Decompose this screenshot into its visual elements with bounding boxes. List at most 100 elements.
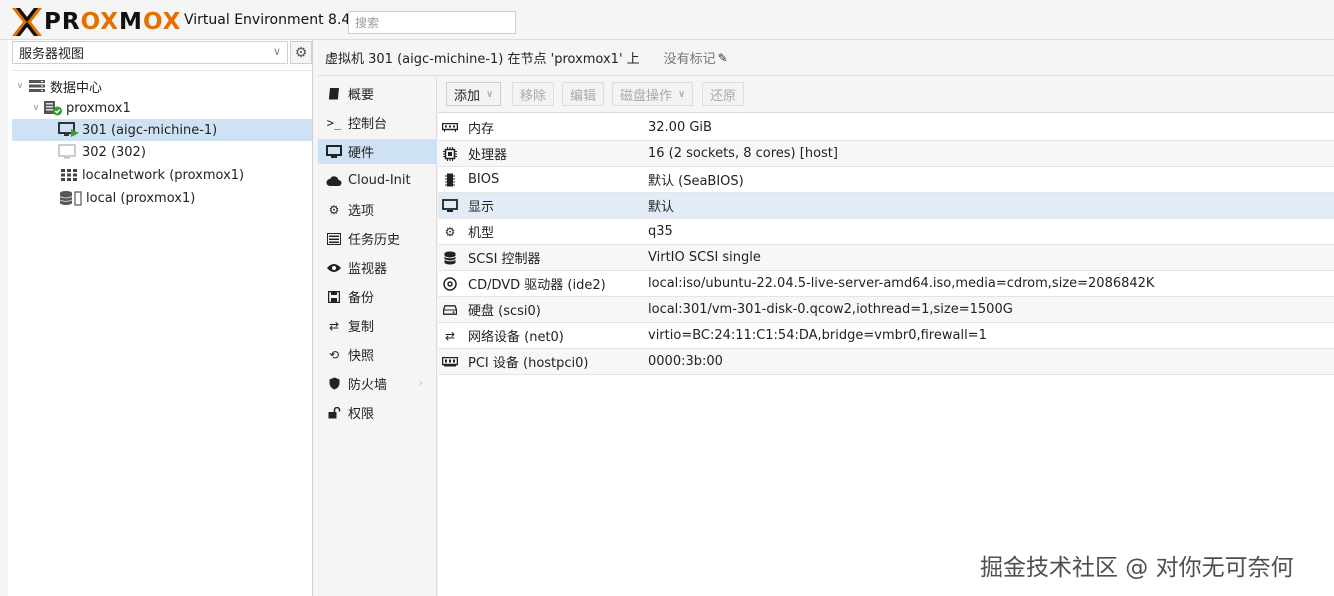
hardware-name: 处理器 — [468, 148, 508, 163]
hardware-name: BIOS — [468, 172, 500, 187]
tree-item-local-storage[interactable]: local (proxmox1) — [12, 187, 312, 209]
history-icon: ⟲ — [328, 347, 340, 362]
cpu-icon — [441, 146, 459, 161]
tree-settings-button[interactable]: ⚙ — [290, 41, 312, 64]
proxmox-x-icon — [12, 8, 42, 36]
watermark: 掘金技术社区 @ 对你无可奈何 — [980, 555, 1294, 581]
storage-icon — [58, 189, 84, 207]
network-grid-icon — [58, 166, 80, 184]
desktop-icon — [441, 198, 459, 213]
nav-item-task-history[interactable]: 任务历史 — [318, 226, 437, 251]
disk-action-button[interactable]: 磁盘操作 ∨ — [612, 82, 694, 106]
table-row-network[interactable]: ⇄ 网络设备 (net0) virtio=BC:24:11:C1:54:DA,b… — [438, 323, 1334, 349]
pencil-icon[interactable]: ✎ — [718, 51, 728, 65]
top-bar: PR OX M OX Virtual Environment 8.4.0 — [0, 0, 1334, 40]
tree-item-node-proxmox1[interactable]: ∨ proxmox1 — [12, 97, 312, 119]
collapse-arrow-icon[interactable]: ∨ — [14, 81, 26, 91]
nav-item-label: 控制台 — [348, 117, 388, 132]
hardware-value: 默认 — [648, 200, 675, 215]
gear-icon: ⚙ — [294, 44, 308, 61]
edit-button-label: 编辑 — [570, 88, 597, 104]
nav-item-label: 备份 — [348, 291, 375, 306]
nav-item-backup[interactable]: 备份 — [318, 284, 437, 309]
tree-item-vm-302[interactable]: 302 (302) — [12, 141, 312, 163]
nav-item-monitor[interactable]: 监视器 — [318, 255, 437, 280]
table-row-display[interactable]: 显示 默认 — [438, 193, 1334, 219]
microchip-icon — [441, 173, 459, 187]
gear-icon: ⚙ — [328, 202, 340, 217]
server-view-label: 服务器视图 — [19, 47, 85, 62]
proxmox-logo[interactable]: PR OX M OX — [12, 8, 181, 36]
add-button[interactable]: 添加 ∨ — [446, 82, 502, 106]
table-row-pci-device[interactable]: PCI 设备 (hostpci0) 0000:3b:00 — [438, 349, 1334, 375]
chevron-right-icon[interactable]: › — [419, 378, 423, 389]
search-input[interactable] — [348, 11, 516, 34]
chevron-down-icon: ∨ — [678, 88, 686, 100]
table-row-memory[interactable]: 内存 32.00 GiB — [438, 115, 1334, 141]
hdd-icon — [441, 304, 459, 315]
nav-item-label: 任务历史 — [348, 233, 401, 248]
hardware-name: SCSI 控制器 — [468, 252, 541, 267]
nav-item-hardware[interactable]: 硬件 — [318, 139, 437, 164]
unlock-icon — [324, 406, 344, 419]
proxmox-wordmark: PR OX M OX — [44, 9, 182, 35]
nav-item-options[interactable]: ⚙ 选项 — [318, 197, 437, 222]
hardware-value: 16 (2 sockets, 8 cores) [host] — [648, 146, 838, 161]
tree-item-label: 301 (aigc-michine-1) — [82, 122, 218, 138]
breadcrumb: 虚拟机 301 (aigc-michine-1) 在节点 'proxmox1' … — [318, 40, 1334, 76]
revert-button-label: 还原 — [710, 88, 737, 104]
shield-icon — [324, 377, 344, 390]
nav-item-replication[interactable]: ⇄ 复制 — [318, 313, 437, 338]
remove-button-label: 移除 — [520, 88, 547, 104]
revert-button[interactable]: 还原 — [702, 82, 745, 106]
hardware-value: 默认 (SeaBIOS) — [648, 174, 744, 189]
database-icon — [441, 251, 459, 265]
server-view-select[interactable]: 服务器视图 ∨ — [12, 41, 288, 64]
cloud-icon — [324, 175, 344, 187]
table-row-cdrom[interactable]: CD/DVD 驱动器 (ide2) local:iso/ubuntu-22.04… — [438, 271, 1334, 297]
floppy-icon — [324, 290, 344, 303]
page-title: 虚拟机 301 (aigc-michine-1) 在节点 'proxmox1' … — [325, 52, 640, 67]
edit-button[interactable]: 编辑 — [562, 82, 605, 106]
nav-item-firewall[interactable]: 防火墙 › — [318, 371, 437, 396]
nav-item-label: 概要 — [348, 88, 375, 103]
table-row-scsi-controller[interactable]: SCSI 控制器 VirtIO SCSI single — [438, 245, 1334, 271]
hardware-toolbar: 添加 ∨ 移除 编辑 磁盘操作 ∨ 还原 — [438, 77, 1334, 113]
table-row-machine[interactable]: ⚙ 机型 q35 — [438, 219, 1334, 245]
nav-item-label: 权限 — [348, 407, 375, 422]
hardware-name: 网络设备 (net0) — [468, 330, 564, 345]
hardware-value: virtio=BC:24:11:C1:54:DA,bridge=vmbr0,fi… — [648, 328, 987, 343]
nav-item-console[interactable]: >_ 控制台 — [318, 110, 437, 135]
hardware-value: local:301/vm-301-disk-0.qcow2,iothread=1… — [648, 302, 1013, 317]
hardware-value: VirtIO SCSI single — [648, 250, 761, 265]
tree-item-datacenter[interactable]: ∨ 数据中心 — [12, 75, 312, 97]
tree-item-localnetwork[interactable]: localnetwork (proxmox1) — [12, 164, 312, 186]
table-row-processor[interactable]: 处理器 16 (2 sockets, 8 cores) [host] — [438, 141, 1334, 167]
disk-action-button-label: 磁盘操作 — [620, 88, 673, 104]
tree-item-label: 302 (302) — [82, 144, 146, 160]
collapse-arrow-icon[interactable]: ∨ — [30, 103, 42, 113]
cogs-icon: ⚙ — [444, 224, 456, 239]
nav-item-label: 快照 — [348, 349, 375, 364]
table-row-bios[interactable]: BIOS 默认 (SeaBIOS) — [438, 167, 1334, 193]
remove-button[interactable]: 移除 — [512, 82, 555, 106]
add-button-label: 添加 — [454, 88, 481, 104]
tree-item-vm-301[interactable]: 301 (aigc-michine-1) — [12, 119, 312, 141]
nav-item-label: Cloud-Init — [348, 173, 411, 188]
vm-nav-menu: 概要 >_ 控制台 硬件 Cloud-Init ⚙ 选项 任务历史 监视器 备份… — [318, 77, 437, 596]
nav-item-cloud-init[interactable]: Cloud-Init — [318, 168, 437, 193]
nav-item-permissions[interactable]: 权限 — [318, 400, 437, 425]
table-row-hard-disk[interactable]: 硬盘 (scsi0) local:301/vm-301-disk-0.qcow2… — [438, 297, 1334, 323]
chevron-down-icon: ∨ — [272, 45, 281, 58]
nav-item-summary[interactable]: 概要 — [318, 81, 437, 106]
tags-label: 没有标记 — [663, 52, 716, 67]
exchange-icon: ⇄ — [444, 328, 456, 343]
nav-item-snapshots[interactable]: ⟲ 快照 — [318, 342, 437, 367]
hardware-value: local:iso/ubuntu-22.04.5-live-server-amd… — [648, 276, 1155, 291]
node-online-icon — [42, 99, 64, 117]
resource-tree-panel: 服务器视图 ∨ ⚙ ∨ 数据中心 ∨ proxmox1 301 (aigc-mi… — [8, 40, 313, 596]
hardware-panel: 添加 ∨ 移除 编辑 磁盘操作 ∨ 还原 内存 32.00 GiB 处理器 16… — [438, 77, 1334, 596]
hardware-name: CD/DVD 驱动器 (ide2) — [468, 278, 606, 293]
tree-item-label: localnetwork (proxmox1) — [82, 167, 245, 183]
hardware-value: 32.00 GiB — [648, 120, 712, 135]
